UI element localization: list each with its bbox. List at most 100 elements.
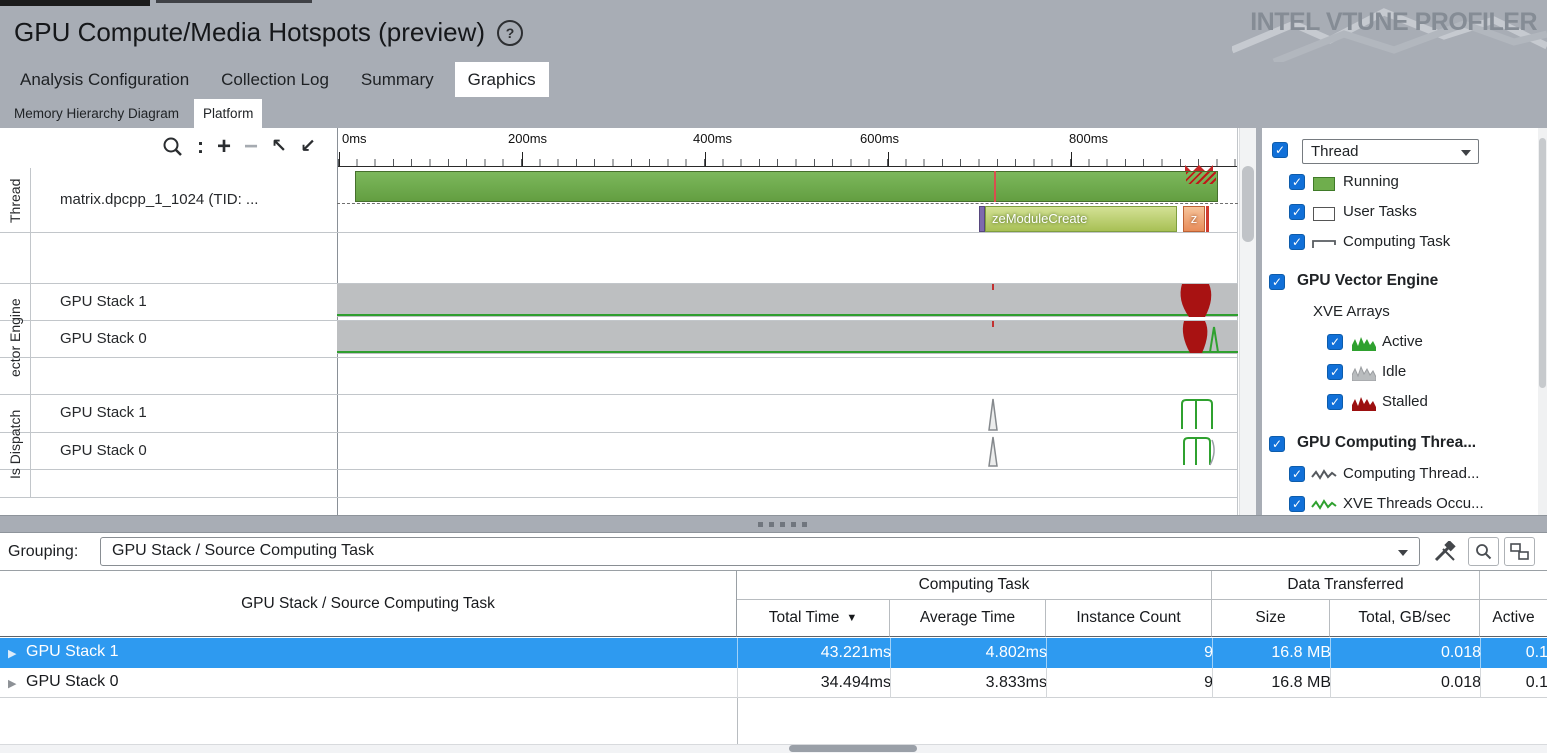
ruler-tick-400ms: 400ms xyxy=(693,131,732,146)
zoom-to-selection-icon[interactable]: ↖ xyxy=(271,136,287,158)
row-divider xyxy=(0,432,1237,433)
legend-label-user-tasks: User Tasks xyxy=(1343,203,1417,220)
xve-stack0-red-tick xyxy=(992,321,994,327)
table-horizontal-scrollbar[interactable] xyxy=(0,744,1547,753)
ruler-tick-200ms: 200ms xyxy=(508,131,547,146)
pane-splitter[interactable] xyxy=(0,515,1547,533)
group-header-computing-task: Computing Task xyxy=(737,571,1212,600)
legend-divider xyxy=(1256,128,1262,515)
subtab-memory-hierarchy-diagram[interactable]: Memory Hierarchy Diagram xyxy=(5,99,188,128)
legend-label-gpu-vector-engine: GPU Vector Engine xyxy=(1297,272,1438,290)
group-label-divider xyxy=(30,168,31,497)
legend-label-gpu-computing-threads: GPU Computing Threa... xyxy=(1297,434,1476,452)
computing-thread-line-icon xyxy=(1311,468,1337,482)
checkbox-running[interactable] xyxy=(1289,174,1305,190)
horizontal-scrollbar-thumb[interactable] xyxy=(789,745,917,752)
tab-collection-log[interactable]: Collection Log xyxy=(221,62,329,97)
zoom-out-button[interactable]: − xyxy=(244,136,258,158)
pane-layout-button[interactable] xyxy=(1504,537,1535,566)
expand-arrow-icon[interactable]: ▶ xyxy=(8,647,16,660)
ruler-major-tick xyxy=(888,152,889,167)
tab-summary[interactable]: Summary xyxy=(361,62,434,97)
table-row-gpu-stack-1[interactable]: ▶ GPU Stack 1 43.221ms 4.802ms 9 16.8 MB… xyxy=(0,638,1547,668)
checkbox-computing-task[interactable] xyxy=(1289,234,1305,250)
checkbox-gpu-vector-engine[interactable] xyxy=(1269,274,1285,290)
dispatch-stack1-pulse xyxy=(1180,396,1218,431)
group-header-overflow xyxy=(1480,571,1547,600)
zoom-in-button[interactable]: + xyxy=(217,136,231,158)
xve-threads-line-icon xyxy=(1311,498,1337,512)
timeline-scrollbar-thumb[interactable] xyxy=(1242,166,1254,242)
cell-active: 0.1 xyxy=(1480,638,1547,668)
timeline-row-ve-gpu-stack-1[interactable]: GPU Stack 1 xyxy=(60,293,147,310)
xve-stack1-idle-area[interactable] xyxy=(337,284,1238,317)
cell-active: 0.1 xyxy=(1480,668,1547,698)
row-divider xyxy=(0,232,1237,233)
xve-stack0-idle-area[interactable] xyxy=(337,321,1238,354)
tab-analysis-configuration[interactable]: Analysis Configuration xyxy=(20,62,189,97)
table-column-border xyxy=(737,698,738,744)
dispatch-stack0-pulse xyxy=(1182,434,1218,468)
checkbox-idle[interactable] xyxy=(1327,364,1343,380)
subtab-platform[interactable]: Platform xyxy=(194,99,262,128)
sort-desc-icon: ▼ xyxy=(846,612,857,624)
checkbox-thread[interactable] xyxy=(1272,142,1288,158)
checkbox-gpu-computing-threads[interactable] xyxy=(1269,436,1285,452)
timeline-row-disp-gpu-stack-0[interactable]: GPU Stack 0 xyxy=(60,442,147,459)
cell-average-time: 4.802ms xyxy=(890,638,1055,668)
pane-layout-icon xyxy=(1510,543,1529,560)
thread-running-bar[interactable] xyxy=(355,171,1218,202)
help-icon[interactable]: ? xyxy=(497,20,523,46)
ruler-major-tick xyxy=(705,152,706,167)
undo-zoom-icon[interactable]: ↙ xyxy=(300,136,316,158)
checkbox-active[interactable] xyxy=(1327,334,1343,350)
cell-size: 16.8 MB xyxy=(1212,668,1339,698)
checkbox-stalled[interactable] xyxy=(1327,394,1343,410)
task-bar-z[interactable]: z xyxy=(1183,206,1205,232)
idle-area-icon xyxy=(1352,365,1376,381)
checkbox-computing-thread[interactable] xyxy=(1289,466,1305,482)
table-row-gpu-stack-0[interactable]: ▶ GPU Stack 0 34.494ms 3.833ms 9 16.8 MB… xyxy=(0,668,1547,698)
xve-stack1-red-tick xyxy=(992,284,994,290)
column-header-average-time[interactable]: Average Time xyxy=(890,600,1046,637)
xve-stack1-active-baseline xyxy=(337,314,1238,316)
brand-logo-text: INTEL VTUNE PROFILER xyxy=(1250,8,1537,37)
dispatch-stack1-spike xyxy=(984,397,1002,431)
column-header-gpu-stack-source[interactable]: GPU Stack / Source Computing Task xyxy=(0,571,737,637)
zoom-magnifier-icon[interactable] xyxy=(162,136,184,158)
customize-tools-icon[interactable] xyxy=(1432,541,1458,563)
user-tasks-swatch xyxy=(1313,207,1335,221)
legend-label-computing-task: Computing Task xyxy=(1343,233,1450,250)
tab-graphics[interactable]: Graphics xyxy=(455,62,549,97)
column-header-size[interactable]: Size xyxy=(1212,600,1330,637)
task-bar-zemodulecreate[interactable]: zeModuleCreate xyxy=(985,206,1177,232)
checkbox-xve-threads-occupancy[interactable] xyxy=(1289,496,1305,512)
expand-arrow-icon[interactable]: ▶ xyxy=(8,677,16,690)
ruler-major-tick xyxy=(339,152,340,167)
row-divider xyxy=(0,357,1237,358)
search-icon xyxy=(1475,543,1492,560)
row-name: GPU Stack 1 xyxy=(26,643,118,661)
running-swatch xyxy=(1313,177,1335,191)
legend-selector-value: Thread xyxy=(1311,143,1359,160)
grouping-dropdown[interactable]: GPU Stack / Source Computing Task xyxy=(100,537,1420,566)
ruler-tick-0ms: 0ms xyxy=(342,131,367,146)
column-header-total-time[interactable]: Total Time ▼ xyxy=(737,600,890,637)
timeline-row-ve-gpu-stack-0[interactable]: GPU Stack 0 xyxy=(60,330,147,347)
grid-search-button[interactable] xyxy=(1468,537,1499,566)
column-header-total-gb-sec[interactable]: Total, GB/sec xyxy=(1330,600,1480,637)
task-bar-red-sliver xyxy=(1206,206,1209,232)
timeline-row-thread[interactable]: matrix.dpcpp_1_1024 (TID: ... xyxy=(60,191,258,208)
page-scrollbar-thumb[interactable] xyxy=(1539,138,1546,388)
grouping-value: GPU Stack / Source Computing Task xyxy=(112,542,374,560)
legend-selector-dropdown[interactable]: Thread xyxy=(1302,139,1479,164)
row-divider xyxy=(0,394,1237,395)
checkbox-user-tasks[interactable] xyxy=(1289,204,1305,220)
timeline-row-disp-gpu-stack-1[interactable]: GPU Stack 1 xyxy=(60,404,147,421)
thread-lane-dashed-divider xyxy=(337,203,1238,204)
column-header-instance-count[interactable]: Instance Count xyxy=(1046,600,1212,637)
column-header-active[interactable]: Active xyxy=(1480,600,1547,637)
cell-size: 16.8 MB xyxy=(1212,638,1339,668)
window-artifact xyxy=(156,0,312,3)
cell-average-time: 3.833ms xyxy=(890,668,1055,698)
